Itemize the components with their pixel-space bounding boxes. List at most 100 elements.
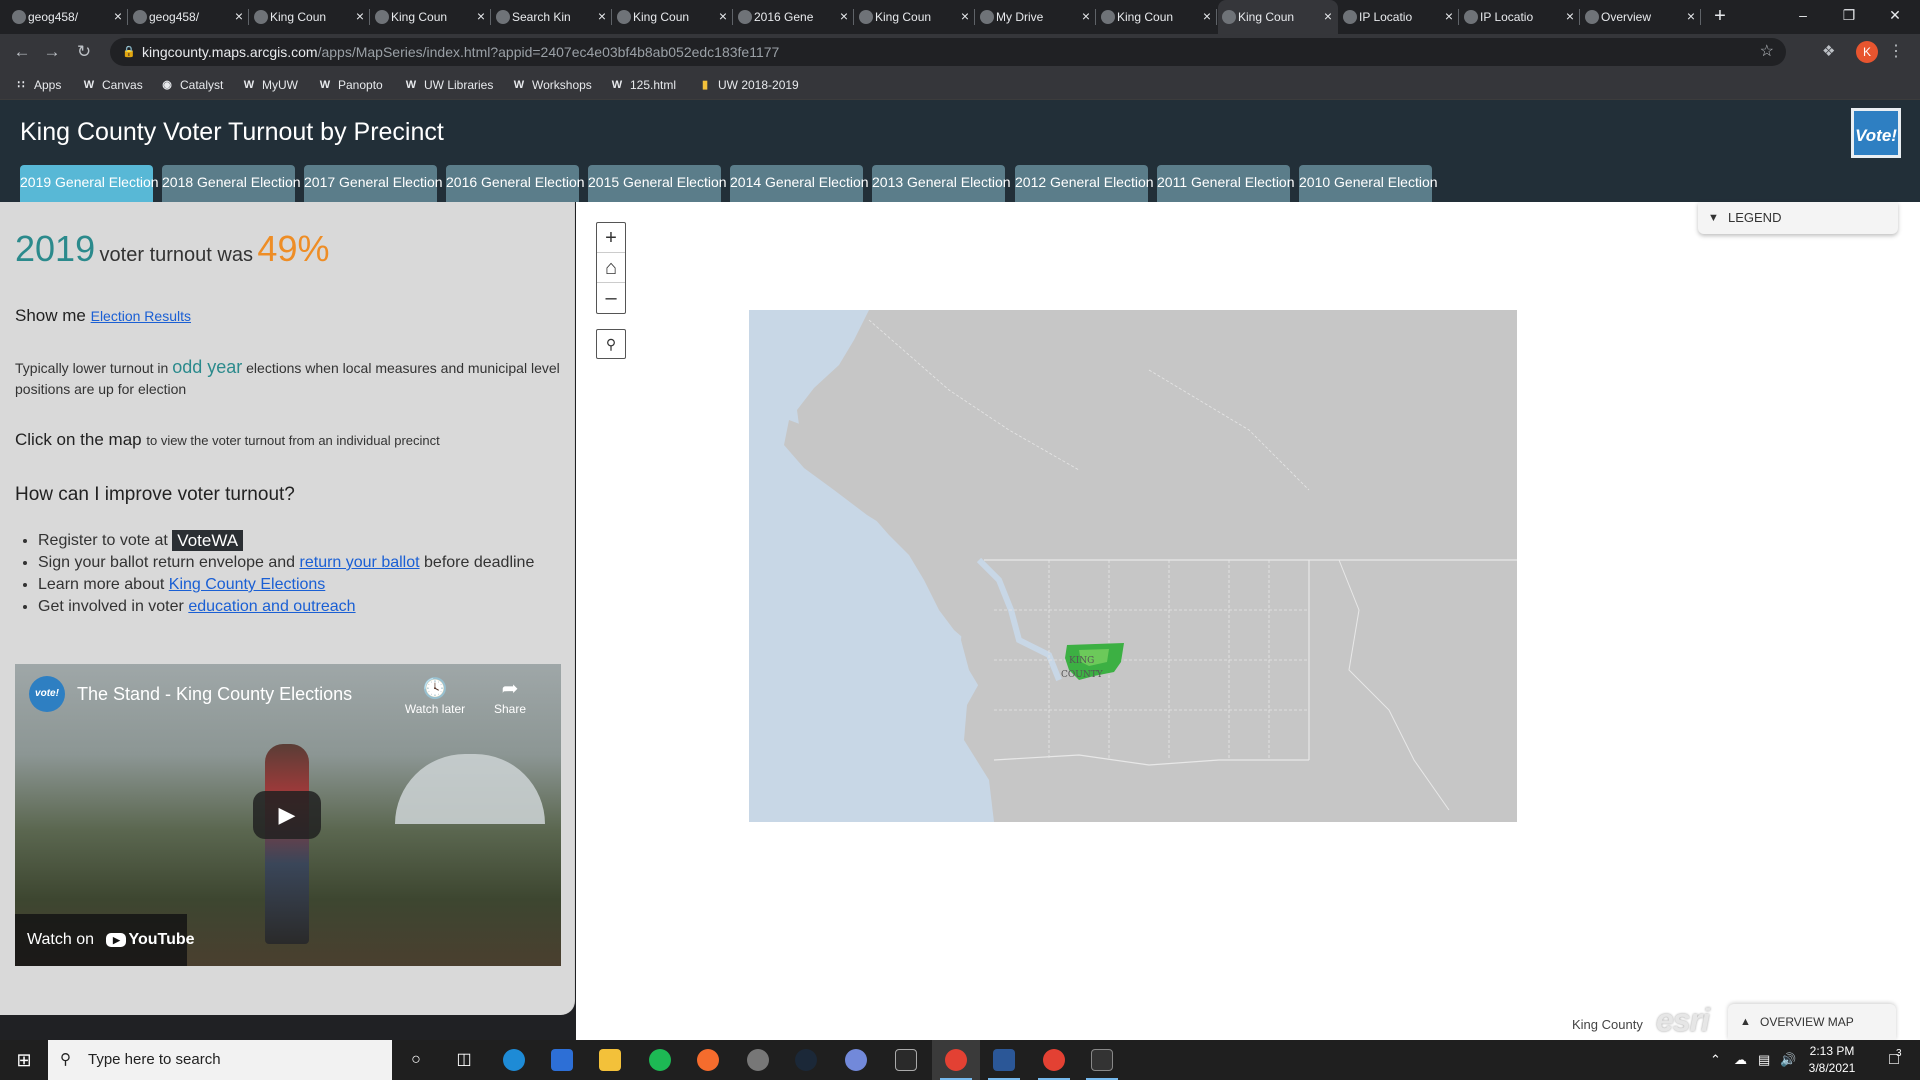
browser-tab[interactable]: King Coun × [371,0,491,34]
tab-election-2011[interactable]: 2011 General Election [1157,165,1295,202]
tab-election-2015[interactable]: 2015 General Election [588,165,727,202]
taskbar-search-input[interactable]: ⚲ Type here to search [48,1040,392,1080]
close-tab-icon[interactable]: × [114,8,122,24]
youtube-video-embed[interactable]: vote! The Stand - King County Elections … [15,664,561,966]
address-bar[interactable]: 🔒 kingcounty.maps.arcgis.com/apps/MapSer… [110,38,1786,66]
browser-tab[interactable]: King Coun × [1218,0,1338,34]
terminal-icon[interactable] [1078,1040,1126,1080]
file-explorer-icon[interactable] [586,1040,634,1080]
overview-map-toggle[interactable]: ▲ OVERVIEW MAP [1728,1004,1896,1040]
profile-avatar[interactable]: K [1856,41,1878,63]
tab-election-2019[interactable]: 2019 General Election [20,165,159,202]
chrome-icon[interactable] [932,1040,980,1080]
restore-button[interactable]: ❐ [1826,0,1872,30]
video-title[interactable]: The Stand - King County Elections [77,684,352,705]
basemap[interactable]: KING COUNTY [749,310,1517,822]
tab-election-2017[interactable]: 2017 General Election [304,165,443,202]
close-tab-icon[interactable]: × [1324,8,1332,24]
browser-tab[interactable]: IP Locatio × [1460,0,1580,34]
map-area[interactable]: + ⌂ – ⚲ KING COUNTY ▼ LEGEND King County… [576,202,1920,1040]
bookmark-item[interactable]: W MyUW [242,70,298,100]
home-icon[interactable]: ⌂ [597,253,625,283]
close-tab-icon[interactable]: × [356,8,364,24]
epic-games-icon[interactable] [882,1040,930,1080]
steam-icon[interactable] [782,1040,830,1080]
king-county-elections-link[interactable]: King County Elections [169,576,326,593]
bookmark-item[interactable]: W Canvas [82,70,143,100]
close-tab-icon[interactable]: × [1082,8,1090,24]
chrome-window-2-icon[interactable] [1030,1040,1078,1080]
bookmark-item[interactable]: W Workshops [512,70,592,100]
election-results-link[interactable]: Election Results [91,308,191,324]
close-tab-icon[interactable]: × [840,8,848,24]
close-tab-icon[interactable]: × [1687,8,1695,24]
onedrive-icon[interactable]: ☁ [1734,1040,1747,1080]
search-icon[interactable]: ⚲ [596,329,626,359]
close-tab-icon[interactable]: × [1445,8,1453,24]
volume-icon[interactable]: 🔊 [1780,1040,1796,1080]
tab-election-2013[interactable]: 2013 General Election [872,165,1011,202]
browser-tab[interactable]: King Coun × [855,0,975,34]
share-button[interactable]: ➦ Share [485,676,535,716]
play-icon[interactable]: ▶ [253,791,321,839]
bookmark-item[interactable]: W 125.html [610,70,676,100]
votewa-link[interactable]: VoteWA [172,530,244,552]
discord-icon[interactable] [832,1040,880,1080]
tab-election-2016[interactable]: 2016 General Election [446,165,585,202]
close-tab-icon[interactable]: × [235,8,243,24]
bookmark-item[interactable]: W UW Libraries [404,70,494,100]
watch-on-youtube-button[interactable]: Watch on ▶ YouTube [15,914,195,966]
tab-election-2012[interactable]: 2012 General Election [1015,165,1154,202]
channel-logo[interactable]: vote! [29,676,65,712]
browser-tab[interactable]: geog458/ × [129,0,249,34]
close-tab-icon[interactable]: × [961,8,969,24]
zoom-out-icon[interactable]: – [597,283,625,313]
taskbar-clock[interactable]: 2:13 PM 3/8/2021 [1800,1043,1864,1077]
education-outreach-link[interactable]: education and outreach [188,598,355,615]
legend-toggle[interactable]: ▼ LEGEND [1698,202,1898,234]
close-tab-icon[interactable]: × [598,8,606,24]
spotify-icon[interactable] [636,1040,684,1080]
tab-election-2018[interactable]: 2018 General Election [162,165,301,202]
store-icon[interactable] [538,1040,586,1080]
close-tab-icon[interactable]: × [1203,8,1211,24]
minimize-button[interactable]: – [1780,0,1826,30]
extensions-puzzle-icon[interactable]: ❖ [1822,42,1835,60]
close-tab-icon[interactable]: × [1566,8,1574,24]
browser-menu-icon[interactable]: ⋮ [1888,41,1904,61]
close-window-button[interactable]: ✕ [1872,0,1918,30]
edge-icon[interactable] [490,1040,538,1080]
return-ballot-link[interactable]: return your ballot [300,554,420,571]
tab-election-2010[interactable]: 2010 General Election [1299,165,1438,202]
word-icon[interactable] [980,1040,1028,1080]
network-icon[interactable]: ▤ [1758,1040,1770,1080]
new-tab-button[interactable]: + [1708,4,1732,28]
cortana-icon[interactable]: ○ [392,1040,440,1080]
browser-tab[interactable]: My Drive × [976,0,1096,34]
back-arrow-icon[interactable]: ← [10,41,34,63]
browser-tab[interactable]: IP Locatio × [1339,0,1459,34]
zoom-in-icon[interactable]: + [597,223,625,253]
browser-tab[interactable]: King Coun × [613,0,733,34]
tab-election-2014[interactable]: 2014 General Election [730,165,869,202]
close-tab-icon[interactable]: × [719,8,727,24]
task-view-icon[interactable]: ◫ [440,1040,488,1080]
browser-tab[interactable]: Search Kin × [492,0,612,34]
browser-tab[interactable]: geog458/ × [8,0,128,34]
reload-icon[interactable]: ↻ [72,41,96,63]
forward-arrow-icon[interactable]: → [40,41,64,63]
browser-tab[interactable]: Overview × [1581,0,1701,34]
origin-icon[interactable] [684,1040,732,1080]
bookmark-item[interactable]: W Panopto [318,70,383,100]
notification-center-icon[interactable]: □ 3 [1874,1040,1914,1080]
browser-tab[interactable]: King Coun × [1097,0,1217,34]
close-tab-icon[interactable]: × [477,8,485,24]
bookmark-star-icon[interactable]: ☆ [1760,38,1774,66]
tray-chevron-icon[interactable]: ⌃ [1710,1040,1721,1080]
bookmark-item[interactable]: ▮ UW 2018-2019 [698,70,799,100]
bookmark-item[interactable]: ∷ Apps [14,70,62,100]
browser-tab[interactable]: 2016 Gene × [734,0,854,34]
windows-start-icon[interactable]: ⊞ [0,1040,48,1080]
uplay-icon[interactable] [734,1040,782,1080]
bookmark-item[interactable]: ◉ Catalyst [160,70,223,100]
